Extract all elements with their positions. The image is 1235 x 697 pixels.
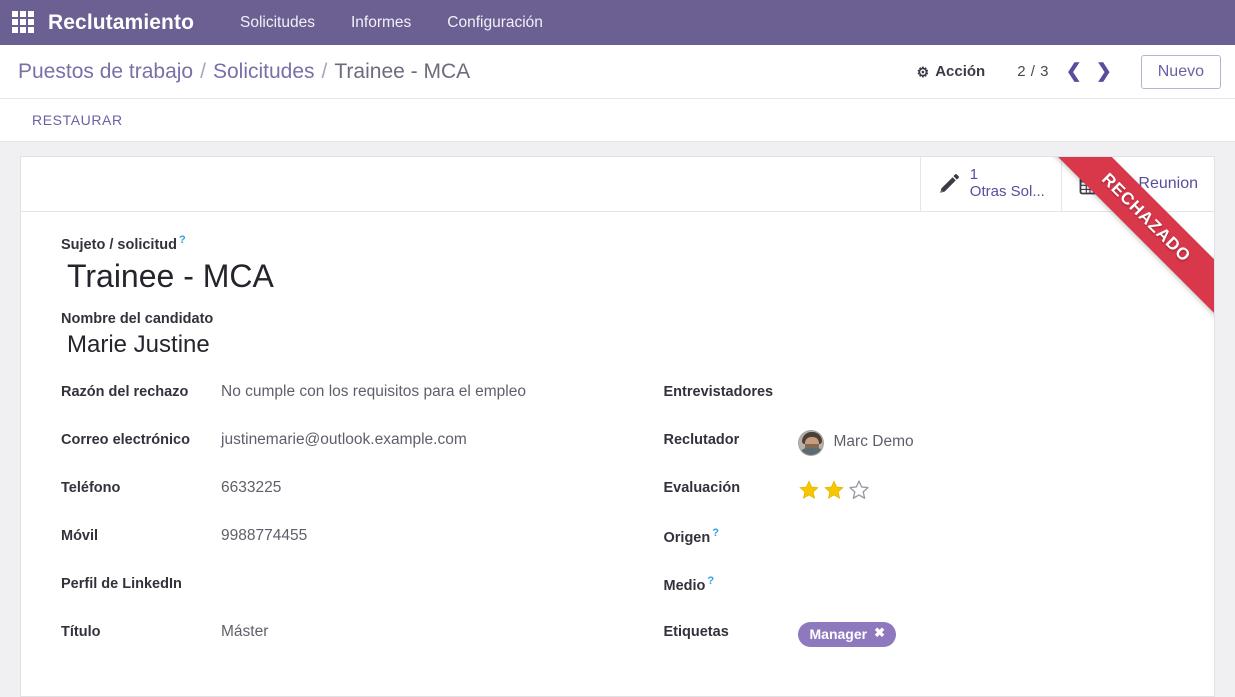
stat-label: Sin Reunion xyxy=(1110,175,1198,192)
control-panel-actions: ⚙ Acción 2 / 3 ❮ ❯ Nuevo xyxy=(907,54,1221,89)
avatar xyxy=(797,429,824,456)
field-label: Correo electrónico xyxy=(61,431,190,448)
top-navbar: Reclutamiento Solicitudes Informes Confi… xyxy=(0,0,1235,45)
calendar-icon xyxy=(1078,172,1102,196)
field-perfil-de-linkedin: Perfil de LinkedIn xyxy=(61,571,618,601)
app-brand-title[interactable]: Reclutamiento xyxy=(48,11,194,35)
stat-button-otras-solicitudes[interactable]: 1 Otras Sol... xyxy=(919,157,1061,211)
star-filled-icon[interactable] xyxy=(823,479,845,505)
help-icon[interactable]: ? xyxy=(712,527,719,539)
candidate-name-label: Nombre del candidato xyxy=(61,311,214,328)
form-column-right: Entrevistadores Reclutador Marc Demo Eva… xyxy=(618,379,1175,667)
stat-button-text: 1 Otras Sol... xyxy=(969,166,1045,201)
action-button-label: Acción xyxy=(935,63,986,80)
main-menu: Solicitudes Informes Configuración xyxy=(222,8,561,38)
field-label: Teléfono xyxy=(61,479,121,496)
candidate-name-group: Nombre del candidato Marie Justine xyxy=(61,310,1174,360)
candidate-name-value[interactable]: Marie Justine xyxy=(61,328,1174,360)
field-razon-del-rechazo: Razón del rechazo No cumple con los requ… xyxy=(61,379,618,409)
field-origen: Origen? xyxy=(664,523,1175,553)
field-label: Medio? xyxy=(664,571,798,595)
pencil-icon xyxy=(937,172,961,196)
field-label-text: Origen xyxy=(663,529,711,546)
field-value-wrapper xyxy=(798,475,870,505)
breadcrumb-item-solicitudes[interactable]: Solicitudes xyxy=(213,60,315,84)
tag-label: Manager xyxy=(809,625,868,642)
title-label-wrap: Sujeto / solicitud? xyxy=(61,234,1174,254)
chevron-right-icon[interactable]: ❯ xyxy=(1089,62,1119,81)
rating-stars[interactable] xyxy=(798,478,870,505)
field-label-text: Medio xyxy=(663,577,706,594)
field-value-wrapper: Manager ✖ xyxy=(797,619,896,647)
field-movil: Móvil 9988774455 xyxy=(61,523,618,553)
field-label: Perfil de LinkedIn xyxy=(61,575,182,592)
field-telefono: Teléfono 6633225 xyxy=(61,475,618,505)
stat-button-box: 1 Otras Sol... Sin Reunion xyxy=(21,157,1214,212)
form-sheet-container: RECHAZADO 1 Otras Sol... Sin Reunion Suj… xyxy=(0,142,1235,697)
form-column-left: Razón del rechazo No cumple con los requ… xyxy=(61,379,618,667)
form-columns: Razón del rechazo No cumple con los requ… xyxy=(61,379,1174,667)
breadcrumb-item-puestos[interactable]: Puestos de trabajo xyxy=(18,60,193,84)
menu-item-solicitudes[interactable]: Solicitudes xyxy=(222,8,333,38)
field-label: Evaluación xyxy=(663,479,741,496)
stat-button-sin-reunion[interactable]: Sin Reunion xyxy=(1060,157,1214,211)
field-correo-electronico: Correo electrónico justinemarie@outlook.… xyxy=(61,427,618,457)
breadcrumb-separator: / xyxy=(200,59,206,83)
field-medio: Medio? xyxy=(664,571,1175,601)
field-label: Razón del rechazo xyxy=(61,383,189,400)
field-value[interactable]: No cumple con los requisitos para el emp… xyxy=(221,379,526,402)
field-evaluacion: Evaluación xyxy=(664,475,1175,505)
page-title[interactable]: Trainee - MCA xyxy=(61,254,1174,296)
new-button[interactable]: Nuevo xyxy=(1140,54,1221,89)
field-entrevistadores: Entrevistadores xyxy=(664,379,1175,409)
recruiter-chip[interactable]: Marc Demo xyxy=(797,429,914,456)
form-body: Sujeto / solicitud? Trainee - MCA Nombre… xyxy=(21,212,1214,667)
field-label: Título xyxy=(61,623,101,640)
chevron-left-icon[interactable]: ❮ xyxy=(1059,62,1089,81)
breadcrumb: Puestos de trabajo / Solicitudes / Train… xyxy=(18,60,470,84)
field-label: Móvil xyxy=(61,527,99,544)
field-label: Reclutador xyxy=(663,431,740,448)
status-bar: RESTAURAR xyxy=(0,99,1235,142)
menu-item-configuracion[interactable]: Configuración xyxy=(429,8,561,38)
control-panel: Puestos de trabajo / Solicitudes / Train… xyxy=(0,45,1235,99)
field-label: Origen? xyxy=(664,523,798,547)
help-icon[interactable]: ? xyxy=(179,234,186,246)
restore-button[interactable]: RESTAURAR xyxy=(30,108,125,132)
title-field-group: Sujeto / solicitud? Trainee - MCA xyxy=(61,234,1174,296)
star-filled-icon[interactable] xyxy=(798,479,820,505)
field-label: Etiquetas xyxy=(663,623,729,640)
field-label: Entrevistadores xyxy=(663,383,774,400)
form-sheet: RECHAZADO 1 Otras Sol... Sin Reunion Suj… xyxy=(20,156,1215,697)
stat-value: 1 xyxy=(969,166,979,184)
field-value[interactable]: justinemarie@outlook.example.com xyxy=(221,427,467,450)
title-label: Sujeto / solicitud xyxy=(61,237,178,254)
field-reclutador: Reclutador Marc Demo xyxy=(664,427,1175,457)
field-titulo: Título Máster xyxy=(61,619,618,649)
stat-label: Otras Sol... xyxy=(969,183,1045,200)
field-etiquetas: Etiquetas Manager ✖ xyxy=(664,619,1175,649)
tag-chip[interactable]: Manager ✖ xyxy=(797,621,896,647)
recruiter-name: Marc Demo xyxy=(833,433,914,451)
breadcrumb-separator: / xyxy=(321,59,328,83)
field-value-wrapper: Marc Demo xyxy=(797,427,914,456)
breadcrumb-item-current: Trainee - MCA xyxy=(334,59,471,83)
help-icon[interactable]: ? xyxy=(707,575,714,587)
field-value[interactable]: 9988774455 xyxy=(221,523,307,546)
apps-grid-icon[interactable] xyxy=(12,10,36,35)
star-empty-icon[interactable] xyxy=(848,479,870,505)
close-icon[interactable]: ✖ xyxy=(874,625,885,642)
pager-count: 2 / 3 xyxy=(1017,63,1049,80)
gear-icon: ⚙ xyxy=(916,63,930,80)
record-pager: 2 / 3 ❮ ❯ xyxy=(1017,62,1119,81)
action-button[interactable]: ⚙ Acción xyxy=(907,59,996,84)
field-value[interactable]: 6633225 xyxy=(221,475,281,498)
field-value[interactable]: Máster xyxy=(221,619,268,642)
menu-item-informes[interactable]: Informes xyxy=(333,8,429,38)
